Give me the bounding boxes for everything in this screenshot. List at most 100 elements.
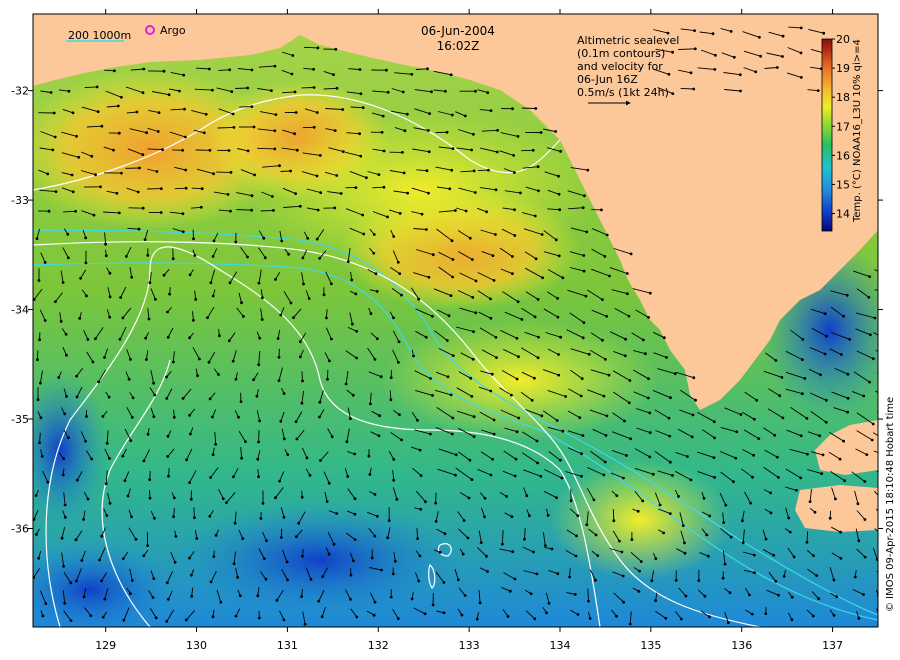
velocity-arrow-head: [274, 496, 277, 500]
velocity-arrow-head: [355, 329, 359, 333]
velocity-arrow-head: [845, 293, 849, 297]
velocity-arrow-head: [557, 353, 560, 356]
velocity-arrow-head: [146, 254, 150, 257]
velocity-arrow-head: [495, 150, 499, 154]
velocity-arrow-head: [813, 510, 817, 514]
velocity-arrow-head: [234, 377, 238, 381]
velocity-arrow-head: [624, 337, 627, 341]
velocity-arrow-head: [64, 332, 68, 336]
velocity-arrow-head: [890, 341, 893, 344]
velocity-arrow-head: [127, 377, 131, 381]
velocity-arrow-head: [621, 574, 625, 578]
velocity-arrow-head: [513, 208, 516, 212]
velocity-arrow-head: [474, 279, 478, 283]
velocity-arrow-head: [145, 358, 148, 361]
velocity-arrow-head: [369, 402, 372, 406]
velocity-arrow-head: [470, 478, 474, 481]
velocity-arrow-head: [54, 190, 58, 194]
velocity-arrow-head: [423, 612, 427, 616]
velocity-arrow-head: [512, 154, 515, 157]
velocity-arrow-head: [335, 512, 339, 515]
velocity-arrow-head: [103, 356, 106, 359]
velocity-arrow-head: [881, 499, 884, 502]
velocity-note-line: 06-Jun 16Z: [577, 73, 638, 86]
velocity-arrow-head: [301, 256, 305, 260]
velocity-arrow-head: [662, 336, 666, 340]
velocity-arrow-head: [282, 515, 286, 519]
velocity-arrow-head: [62, 457, 65, 460]
velocity-arrow-head: [863, 518, 867, 521]
velocity-arrow-head: [71, 111, 75, 115]
velocity-arrow-head: [806, 452, 809, 456]
velocity-arrow-head: [359, 154, 363, 158]
velocity-arrow-head: [101, 615, 105, 619]
velocity-arrow-head: [774, 579, 778, 583]
velocity-arrow-head: [172, 415, 176, 419]
velocity-arrow-head: [69, 619, 73, 622]
velocity-arrow-head: [155, 170, 159, 173]
velocity-arrow-head: [193, 254, 197, 257]
velocity-arrow-head: [427, 129, 430, 132]
velocity-arrow-head: [543, 544, 547, 547]
velocity-arrow-head: [862, 394, 866, 398]
velocity-arrow-head: [325, 316, 328, 320]
velocity-arrow-head: [153, 516, 156, 520]
velocity-arrow-head: [396, 617, 400, 620]
velocity-arrow-head: [559, 150, 562, 153]
velocity-arrow-head: [602, 473, 606, 477]
velocity-arrow-head: [799, 476, 803, 480]
x-tick-label: 136: [731, 639, 752, 652]
map-date: 06-Jun-2004: [421, 24, 495, 38]
velocity-arrow-head: [489, 389, 493, 393]
velocity-arrow-head: [226, 193, 230, 196]
velocity-arrow-head: [382, 185, 386, 189]
velocity-arrow-head: [38, 338, 41, 342]
velocity-arrow-head: [689, 71, 693, 75]
velocity-arrow-head: [753, 417, 756, 421]
velocity-arrow-head: [832, 578, 836, 582]
velocity-arrow-head: [692, 87, 696, 91]
velocity-arrow-head: [427, 150, 431, 154]
velocity-arrow-head: [344, 382, 348, 386]
velocity-arrow-head: [584, 294, 588, 298]
velocity-arrow-head: [35, 237, 39, 241]
velocity-arrow-head: [292, 316, 295, 319]
velocity-arrow-head: [812, 554, 815, 557]
velocity-arrow-head: [198, 357, 201, 361]
velocity-arrow-head: [166, 434, 170, 438]
velocity-arrow-head: [321, 575, 324, 578]
velocity-arrow-head: [515, 336, 519, 340]
velocity-arrow-head: [628, 622, 632, 626]
velocity-arrow-head: [545, 611, 548, 615]
velocity-arrow-head: [295, 148, 299, 152]
velocity-arrow-head: [450, 113, 454, 117]
velocity-arrow-head: [510, 393, 513, 397]
velocity-arrow-head: [341, 108, 345, 111]
velocity-arrow-head: [315, 237, 319, 241]
velocity-arrow-head: [90, 154, 94, 158]
velocity-arrow-head: [196, 374, 199, 377]
velocity-arrow-head: [468, 458, 472, 462]
velocity-arrow-head: [209, 476, 213, 479]
velocity-arrow-head: [85, 294, 88, 298]
velocity-arrow-head: [536, 165, 540, 169]
velocity-arrow-head: [291, 54, 295, 57]
velocity-arrow-head: [418, 554, 422, 558]
velocity-arrow-head: [578, 416, 582, 419]
velocity-arrow-head: [286, 453, 290, 456]
velocity-arrow-head: [605, 314, 608, 318]
velocity-arrow-head: [154, 297, 157, 301]
velocity-arrow-head: [406, 191, 409, 195]
velocity-arrow-head: [208, 397, 212, 401]
velocity-arrow-head: [445, 339, 449, 342]
velocity-arrow-head: [84, 261, 88, 265]
velocity-arrow-head: [472, 169, 476, 173]
velocity-arrow-head: [327, 552, 331, 556]
velocity-arrow-head: [892, 320, 895, 323]
velocity-arrow-head: [37, 279, 41, 282]
velocity-arrow-head: [100, 534, 104, 538]
velocity-arrow-head: [569, 499, 573, 503]
velocity-arrow-head: [184, 186, 188, 190]
credit-text: © IMOS 09-Apr-2015 18:10:48 Hobart time: [885, 397, 896, 612]
velocity-arrow-head: [721, 576, 725, 580]
